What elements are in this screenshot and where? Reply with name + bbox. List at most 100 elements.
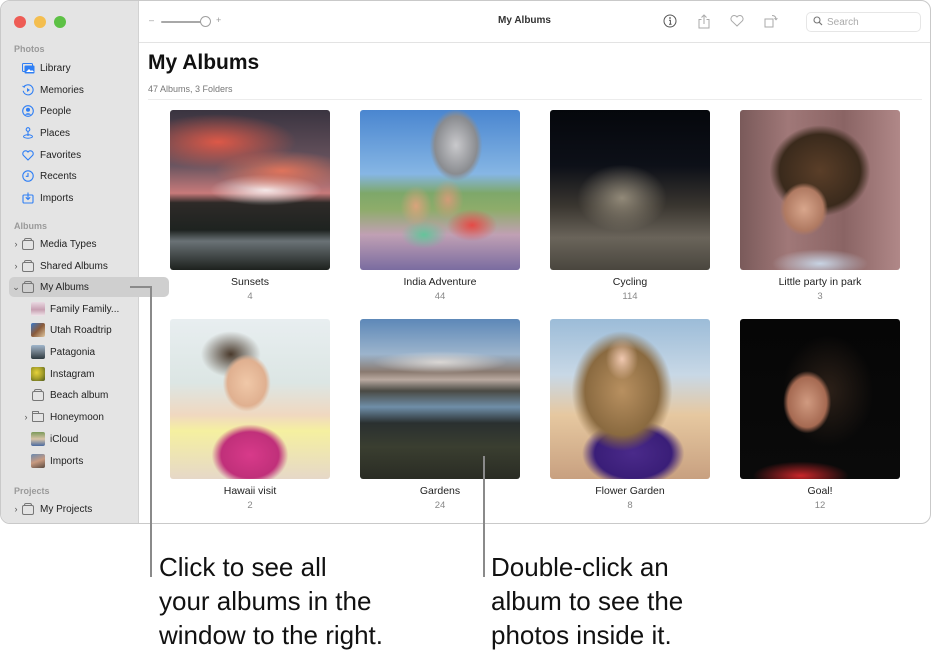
chevron-right-icon[interactable]: › bbox=[12, 239, 20, 249]
rotate-icon[interactable] bbox=[763, 13, 779, 29]
close-button[interactable] bbox=[14, 16, 26, 28]
callout-line-3: window to the right. bbox=[159, 620, 384, 650]
sidebar-album-patagonia[interactable]: Patagonia bbox=[19, 342, 131, 362]
album-count: 8 bbox=[627, 500, 633, 511]
sidebar-item-label: Instagram bbox=[50, 368, 95, 380]
sidebar-item-places[interactable]: Places bbox=[9, 123, 131, 143]
sidebar-item-favorites[interactable]: Favorites bbox=[9, 145, 131, 165]
shared-album-icon bbox=[21, 259, 35, 273]
search-field[interactable] bbox=[806, 12, 921, 32]
search-icon bbox=[813, 13, 823, 31]
album-name: Flower Garden bbox=[595, 485, 665, 497]
memories-icon bbox=[21, 83, 35, 97]
favorite-heart-icon[interactable] bbox=[729, 13, 745, 29]
search-input[interactable] bbox=[827, 16, 917, 28]
sidebar-album-icloud[interactable]: iCloud bbox=[19, 429, 131, 449]
sidebar-item-label: Imports bbox=[50, 455, 84, 467]
album-thumbnail bbox=[31, 345, 45, 359]
album-tile[interactable]: Goal! 12 bbox=[740, 319, 900, 511]
album-count: 44 bbox=[434, 291, 446, 302]
sidebar-item-label: Honeymoon bbox=[50, 411, 104, 423]
heart-icon bbox=[21, 148, 35, 162]
album-tile[interactable]: Hawaii visit 2 bbox=[170, 319, 330, 511]
callout-line-1: Click to see all your albums in the window… bbox=[159, 550, 383, 652]
sidebar-item-recents[interactable]: Recents bbox=[9, 166, 131, 186]
album-cover-gardens[interactable] bbox=[360, 319, 520, 479]
sidebar-item-label: Utah Roadtrip bbox=[50, 324, 112, 336]
section-label-photos: Photos bbox=[14, 44, 45, 54]
sidebar-item-label: Family Family... bbox=[50, 303, 120, 315]
page-subtitle: 47 Albums, 3 Folders bbox=[148, 84, 233, 94]
sidebar-album-instagram[interactable]: Instagram bbox=[19, 364, 131, 384]
albums-content: My Albums 47 Albums, 3 Folders Sunsets 4… bbox=[139, 43, 930, 523]
callout-leader-sidebar bbox=[150, 286, 152, 577]
chevron-right-icon[interactable]: › bbox=[22, 412, 30, 422]
callout-line-1: Double-click an album to see the photos in… bbox=[491, 550, 683, 652]
album-stack-icon bbox=[31, 388, 45, 402]
sidebar-item-label: Library bbox=[40, 62, 71, 74]
window-controls bbox=[14, 16, 66, 28]
zoom-out-button[interactable]: – bbox=[149, 15, 154, 25]
album-cover-flower-garden[interactable] bbox=[550, 319, 710, 479]
album-cover-india-adventure[interactable] bbox=[360, 110, 520, 270]
callout-line-1: Click to see all bbox=[159, 552, 327, 582]
zoom-window-button[interactable] bbox=[54, 16, 66, 28]
album-cover-hawaii-visit[interactable] bbox=[170, 319, 330, 479]
clock-icon bbox=[21, 169, 35, 183]
sidebar-album-imports[interactable]: Imports bbox=[19, 451, 131, 471]
callout-text-album: Double-click an album to see the photos in… bbox=[491, 550, 683, 652]
callout-text-sidebar: Click to see all your albums in the window… bbox=[159, 550, 383, 652]
album-count: 12 bbox=[814, 500, 826, 511]
sidebar-item-label: Favorites bbox=[40, 149, 82, 161]
album-stack-icon bbox=[21, 502, 35, 516]
chevron-down-icon[interactable]: ⌄ bbox=[12, 282, 20, 293]
sidebar-item-imports[interactable]: Imports bbox=[9, 188, 131, 208]
album-tile[interactable]: Cycling 114 bbox=[550, 110, 710, 302]
album-cover-cycling[interactable] bbox=[550, 110, 710, 270]
sidebar: Photos Library Memories People Places Fa… bbox=[1, 1, 169, 523]
chevron-right-icon[interactable]: › bbox=[12, 261, 20, 271]
people-icon bbox=[21, 104, 35, 118]
album-name: Hawaii visit bbox=[223, 485, 277, 497]
sidebar-folder-honeymoon[interactable]: › Honeymoon bbox=[19, 407, 131, 427]
album-cover-goal[interactable] bbox=[740, 319, 900, 479]
album-count: 114 bbox=[622, 291, 638, 302]
album-thumbnail bbox=[31, 432, 45, 446]
divider bbox=[148, 99, 922, 100]
album-cover-little-party-in-park[interactable] bbox=[740, 110, 900, 270]
album-cover-sunsets[interactable] bbox=[170, 110, 330, 270]
sidebar-item-label: My Projects bbox=[40, 503, 93, 515]
share-icon[interactable] bbox=[696, 13, 712, 29]
album-tile[interactable]: Little party in park 3 bbox=[740, 110, 900, 302]
album-tile[interactable]: Gardens 24 bbox=[360, 319, 520, 511]
library-icon bbox=[21, 61, 35, 75]
minimize-button[interactable] bbox=[34, 16, 46, 28]
sidebar-item-memories[interactable]: Memories bbox=[9, 80, 131, 100]
sidebar-item-people[interactable]: People bbox=[9, 101, 131, 121]
album-tile[interactable]: India Adventure 44 bbox=[360, 110, 520, 302]
info-icon[interactable] bbox=[662, 13, 678, 29]
places-icon bbox=[21, 126, 35, 140]
album-tile[interactable]: Flower Garden 8 bbox=[550, 319, 710, 511]
sidebar-album-beach[interactable]: Beach album bbox=[19, 385, 131, 405]
zoom-slider-knob[interactable] bbox=[200, 16, 211, 27]
album-tile[interactable]: Sunsets 4 bbox=[170, 110, 330, 302]
album-name: Little party in park bbox=[778, 276, 862, 288]
zoom-slider-track[interactable] bbox=[161, 21, 205, 23]
photos-window: Photos Library Memories People Places Fa… bbox=[0, 0, 931, 524]
toolbar: – + My Albums bbox=[139, 1, 930, 43]
sidebar-item-label: iCloud bbox=[50, 433, 79, 445]
sidebar-album-utah-roadtrip[interactable]: Utah Roadtrip bbox=[19, 320, 131, 340]
import-icon bbox=[21, 191, 35, 205]
album-count: 4 bbox=[247, 291, 253, 302]
sidebar-album-family[interactable]: Family Family... bbox=[19, 299, 131, 319]
zoom-in-button[interactable]: + bbox=[216, 15, 221, 25]
album-thumbnail bbox=[31, 302, 45, 316]
album-name: Goal! bbox=[807, 485, 833, 497]
chevron-right-icon[interactable]: › bbox=[12, 504, 20, 514]
album-stack-icon bbox=[21, 237, 35, 251]
sidebar-item-library[interactable]: Library bbox=[9, 58, 131, 78]
sidebar-item-label: Places bbox=[40, 127, 71, 139]
section-label-albums: Albums bbox=[14, 221, 48, 231]
callout-line-2: your albums in the bbox=[159, 586, 372, 616]
